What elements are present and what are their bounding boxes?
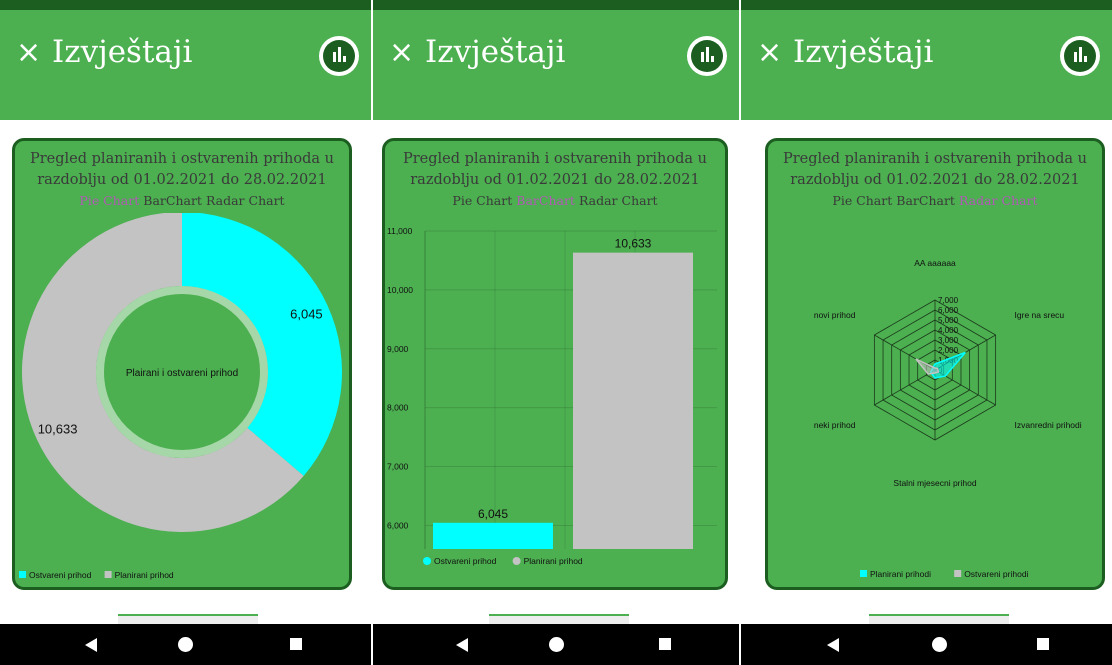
header-wave <box>373 95 739 111</box>
tab-bar-chart[interactable]: BarChart <box>516 193 575 208</box>
report-card: Pregled planiranih i ostvarenih prihoda … <box>12 138 352 590</box>
legend-swatch-1 <box>512 557 521 565</box>
close-button[interactable]: × <box>757 38 782 68</box>
back-icon[interactable] <box>456 638 468 652</box>
tab-radar-chart[interactable]: Radar Chart <box>579 193 658 208</box>
header-wave <box>741 95 1112 111</box>
y-tick-label-2: 8,000 <box>387 403 409 413</box>
report-title-line2: razdoblju od 01.02.2021 do 28.02.2021 <box>37 172 327 188</box>
page-title: Izvještaji <box>425 34 566 70</box>
close-button[interactable]: × <box>389 38 414 68</box>
tab-pie-chart[interactable]: Pie Chart <box>79 193 139 208</box>
recents-icon[interactable] <box>1037 638 1049 650</box>
radar-axis-label-4: neki prihod <box>814 420 856 430</box>
y-tick-label-1: 7,000 <box>387 462 409 472</box>
radar-tick-label-7: 7,000 <box>938 296 959 305</box>
legend-swatch-1 <box>954 570 962 577</box>
report-title-line1: Pregled planiranih i ostvarenih prihoda … <box>29 151 334 167</box>
pie-value-label-0: 6,045 <box>290 307 323 322</box>
report-title: Pregled planiranih i ostvarenih prihoda … <box>15 149 349 191</box>
radar-tick-label-4: 4,000 <box>938 326 959 335</box>
radar-tick-label-5: 5,000 <box>938 316 959 325</box>
bar-1 <box>573 252 693 549</box>
screen-radar: × Izvještaji Pregled planiranih i ostvar… <box>741 0 1112 665</box>
hidden-button <box>118 614 258 624</box>
y-tick-label-0: 6,000 <box>387 520 409 530</box>
legend-label-0: Planirani prihodi <box>870 569 931 579</box>
close-button[interactable]: × <box>16 38 41 68</box>
nav-bar <box>741 624 1112 665</box>
home-icon[interactable] <box>932 637 947 652</box>
nav-bar <box>0 624 371 665</box>
radar-tick-label-2: 2,000 <box>938 346 959 355</box>
recents-icon[interactable] <box>659 638 671 650</box>
report-card: Pregled planiranih i ostvarenih prihoda … <box>765 138 1105 590</box>
y-tick-label-3: 9,000 <box>387 344 409 354</box>
radar-axis-label-1: Igre na srecu <box>1015 310 1065 320</box>
tab-radar-chart[interactable]: Radar Chart <box>959 193 1038 208</box>
chart-tabs: Pie Chart BarChart Radar Chart <box>385 193 725 208</box>
legend-label-0: Ostvareni prihod <box>434 556 497 566</box>
header-wave <box>0 95 371 111</box>
radar-tick-label-6: 6,000 <box>938 306 959 315</box>
report-title-line2: razdoblju od 01.02.2021 do 28.02.2021 <box>410 172 700 188</box>
page-title: Izvještaji <box>793 34 934 70</box>
nav-bar <box>373 624 739 665</box>
tab-bar-chart[interactable]: BarChart <box>896 193 955 208</box>
screen-bar: × Izvještaji Pregled planiranih i ostvar… <box>373 0 739 665</box>
status-bar <box>373 0 739 10</box>
pie-center-text: Plairani i ostvareni prihod <box>126 368 238 379</box>
hidden-button <box>489 614 629 624</box>
report-title: Pregled planiranih i ostvarenih prihoda … <box>768 149 1102 191</box>
tab-pie-chart[interactable]: Pie Chart <box>832 193 892 208</box>
back-icon[interactable] <box>85 638 97 652</box>
pie-chart: 6,045 10,633 Plairani i ostvareni prihod Os… <box>19 213 342 580</box>
hidden-button <box>869 614 1009 624</box>
bar-chart-icon[interactable] <box>687 36 727 76</box>
chart-tabs: Pie Chart BarChart Radar Chart <box>15 193 349 208</box>
legend-label-1: Ostvareni prihodi <box>964 569 1028 579</box>
radar-spoke-4 <box>874 369 936 406</box>
tab-pie-chart[interactable]: Pie Chart <box>452 193 512 208</box>
report-title-line1: Pregled planiranih i ostvarenih prihoda … <box>402 151 707 167</box>
back-icon[interactable] <box>827 638 839 652</box>
legend-swatch-0 <box>19 571 26 578</box>
bar-chart-icon[interactable] <box>1060 36 1100 76</box>
y-tick-label-4: 10,000 <box>387 285 413 295</box>
legend-label-1: Planirani prihod <box>115 570 174 580</box>
report-title-line1: Pregled planiranih i ostvarenih prihoda … <box>782 151 1087 167</box>
radar-axis-label-2: Izvanredni prihodi <box>1015 420 1082 430</box>
radar-axis-label-3: Stalni mjesecni prihod <box>893 478 976 488</box>
tab-bar-chart[interactable]: BarChart <box>143 193 202 208</box>
legend-label-0: Ostvareni prihod <box>29 570 92 580</box>
report-card: Pregled planiranih i ostvarenih prihoda … <box>382 138 728 590</box>
y-tick-label-5: 11,000 <box>387 226 413 236</box>
page-title: Izvještaji <box>52 34 193 70</box>
radar-axis-label-5: novi prihod <box>814 310 856 320</box>
radar-tick-label-3: 3,000 <box>938 336 959 345</box>
report-title: Pregled planiranih i ostvarenih prihoda … <box>385 149 725 191</box>
pie-value-label-1: 10,633 <box>38 421 78 436</box>
bar-0 <box>433 522 553 549</box>
screen-pie: × Izvještaji Pregled planiranih i ostvar… <box>0 0 371 665</box>
radar-axis-label-0: AA aaaaaa <box>914 258 956 268</box>
legend-swatch-0 <box>860 570 867 577</box>
home-icon[interactable] <box>549 637 564 652</box>
legend-swatch-0 <box>423 557 431 565</box>
legend-label-1: Planirani prihod <box>524 556 583 566</box>
bar-chart: 6,000 7,000 8,000 9,000 10,000 11,000 6,045 10,… <box>387 226 717 566</box>
tab-radar-chart[interactable]: Radar Chart <box>206 193 285 208</box>
bar-value-label-0: 6,045 <box>478 507 508 521</box>
home-icon[interactable] <box>178 637 193 652</box>
report-title-line2: razdoblju od 01.02.2021 do 28.02.2021 <box>790 172 1080 188</box>
legend-swatch-1 <box>104 571 112 578</box>
recents-icon[interactable] <box>290 638 302 650</box>
radar-chart: 01,0002,0003,0004,0005,0006,0007,000AA a… <box>814 258 1082 579</box>
status-bar <box>0 0 371 10</box>
bar-chart-icon[interactable] <box>319 36 359 76</box>
status-bar <box>741 0 1112 10</box>
chart-tabs: Pie Chart BarChart Radar Chart <box>768 193 1102 208</box>
bar-value-label-1: 10,633 <box>615 237 652 251</box>
